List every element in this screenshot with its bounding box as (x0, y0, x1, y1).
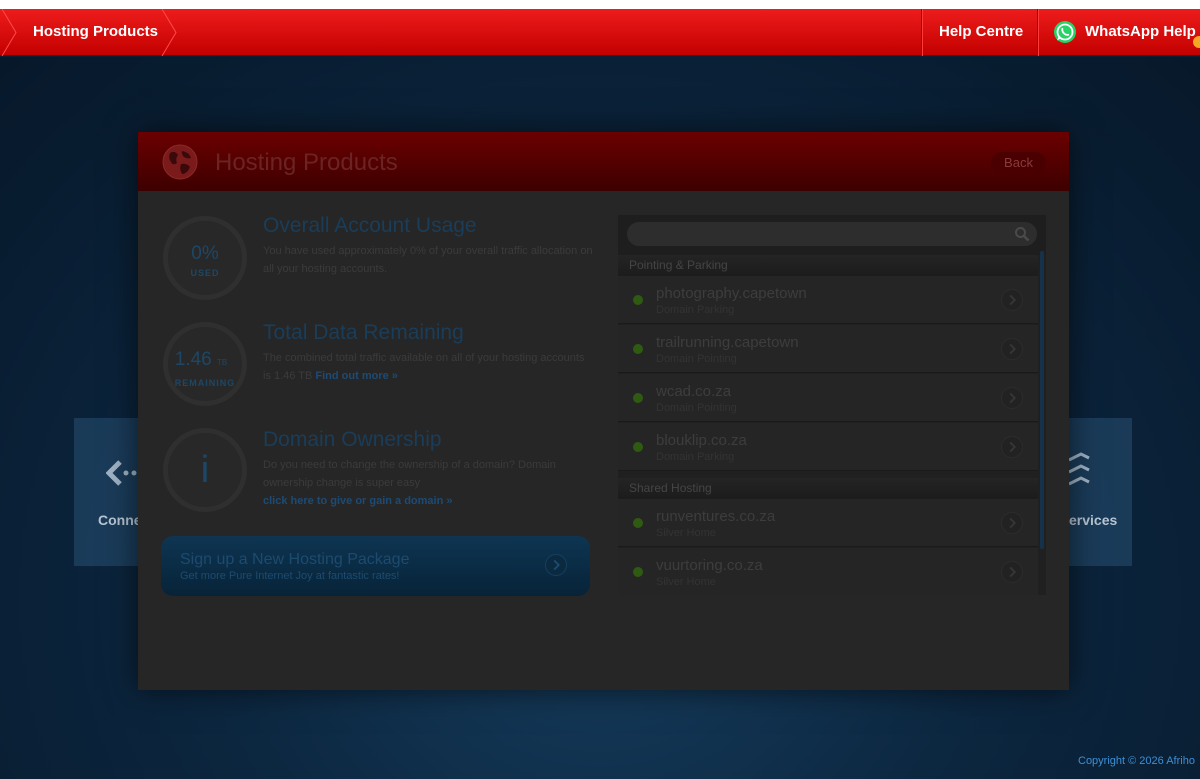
sign-up-subtitle: Get more Pure Internet Joy at fantastic … (180, 570, 400, 582)
domain-type: Domain Pointing (656, 402, 737, 414)
usage-caption: USED (190, 268, 220, 278)
find-out-more-link[interactable]: Find out more » (315, 370, 398, 382)
domain-list-item[interactable]: wcad.co.za Domain Pointing (618, 374, 1038, 422)
whatsapp-icon[interactable] (1053, 20, 1077, 44)
remaining-value-wrap: 1.46 TB (164, 349, 238, 371)
give-or-gain-domain-link[interactable]: click here to give or gain a domain » (263, 495, 453, 507)
status-dot (633, 442, 643, 452)
chevron-right-icon (545, 554, 567, 576)
chevron-right-icon[interactable] (1001, 387, 1023, 409)
status-dot (633, 295, 643, 305)
status-dot (633, 567, 643, 577)
breadcrumb-chevron-icon (161, 9, 177, 56)
divider (921, 9, 922, 56)
total-data-remaining-title: Total Data Remaining (263, 321, 464, 344)
domain-list-panel: Pointing & Parking photography.capetown … (618, 215, 1046, 595)
divider (1037, 9, 1038, 56)
usage-gauge: 0% USED (163, 216, 247, 300)
sign-up-hosting-package-button[interactable]: Sign up a New Hosting Package Get more P… (161, 536, 590, 596)
hosting-products-modal: Hosting Products Back 0% USED Overall Ac… (138, 132, 1069, 690)
whatsapp-help-link[interactable]: WhatsApp Help (1085, 23, 1196, 40)
connectivity-icon (106, 460, 137, 486)
sign-up-title: Sign up a New Hosting Package (180, 551, 410, 568)
domain-ownership-text-block: Do you need to change the ownership of a… (263, 456, 593, 510)
globe-icon (162, 144, 198, 180)
domain-list-item[interactable]: blouklip.co.za Domain Parking (618, 423, 1038, 471)
top-strip (0, 0, 1200, 9)
domain-type: Domain Parking (656, 304, 735, 316)
domain-search-input[interactable] (627, 222, 1037, 246)
remaining-gauge: 1.46 TB REMAINING (163, 322, 247, 406)
top-navigation-bar: Hosting Products Help Centre WhatsApp He… (0, 9, 1200, 56)
remaining-unit: TB (217, 358, 228, 367)
domain-ownership-title: Domain Ownership (263, 428, 442, 451)
modal-title: Hosting Products (215, 149, 398, 176)
stacked-layers-icon (1068, 452, 1090, 486)
info-icon: i (200, 449, 210, 491)
chevron-right-icon[interactable] (1001, 289, 1023, 311)
domain-list-item[interactable]: runventures.co.za Silver Home (618, 499, 1038, 547)
service-tile-services[interactable] (1062, 418, 1132, 566)
domain-type: Silver Home (656, 576, 716, 588)
domain-type: Domain Pointing (656, 353, 737, 365)
notification-dot (1193, 36, 1200, 48)
service-tile-connectivity[interactable] (74, 418, 144, 566)
chevron-right-icon[interactable] (1001, 436, 1023, 458)
status-dot (633, 518, 643, 528)
status-dot (633, 393, 643, 403)
domain-list-item[interactable]: photography.capetown Domain Parking (618, 276, 1038, 324)
copyright-text: Copyright © 2026 Afriho (1078, 755, 1195, 767)
chevron-right-icon[interactable] (1001, 561, 1023, 583)
domain-name: trailrunning.capetown (656, 334, 799, 351)
chevron-right-icon[interactable] (1001, 338, 1023, 360)
domain-name: vuurtoring.co.za (656, 557, 763, 574)
total-data-remaining-text-block: The combined total traffic available on … (263, 349, 593, 385)
remaining-value: 1.46 (174, 349, 212, 370)
domain-type: Domain Parking (656, 451, 735, 463)
usage-percentage: 0% (191, 243, 219, 264)
overall-account-usage-text: You have used approximately 0% of your o… (263, 245, 593, 275)
search-icon[interactable] (1014, 226, 1030, 242)
service-tile-label: Conne (98, 512, 142, 528)
ownership-info-badge: i (163, 428, 247, 512)
help-centre-link[interactable]: Help Centre (939, 23, 1023, 40)
domain-list-item[interactable]: trailrunning.capetown Domain Pointing (618, 325, 1038, 373)
domain-name: wcad.co.za (656, 383, 732, 400)
modal-header: Hosting Products Back (138, 132, 1069, 191)
status-dot (633, 344, 643, 354)
list-scrollbar[interactable] (1040, 251, 1044, 549)
total-data-remaining-text: The combined total traffic available on … (263, 352, 585, 382)
chevron-right-icon[interactable] (1001, 512, 1023, 534)
overall-account-usage-title: Overall Account Usage (263, 214, 477, 237)
domain-name: runventures.co.za (656, 508, 776, 525)
domain-list-item[interactable]: vuurtoring.co.za Silver Home (618, 548, 1038, 595)
breadcrumb-chevron-icon (1, 9, 17, 56)
search-bar (618, 215, 1046, 255)
domain-name: blouklip.co.za (656, 432, 747, 449)
remaining-caption: REMAINING (174, 378, 236, 388)
group-heading-shared-hosting: Shared Hosting (618, 478, 1038, 499)
domain-type: Silver Home (656, 527, 716, 539)
service-tile-label: ervices (1069, 512, 1118, 528)
back-button[interactable]: Back (991, 152, 1046, 174)
domain-ownership-text: Do you need to change the ownership of a… (263, 459, 556, 489)
breadcrumb-hosting-products[interactable]: Hosting Products (33, 23, 158, 40)
domain-name: photography.capetown (656, 285, 807, 302)
group-heading-pointing-parking: Pointing & Parking (618, 255, 1038, 276)
